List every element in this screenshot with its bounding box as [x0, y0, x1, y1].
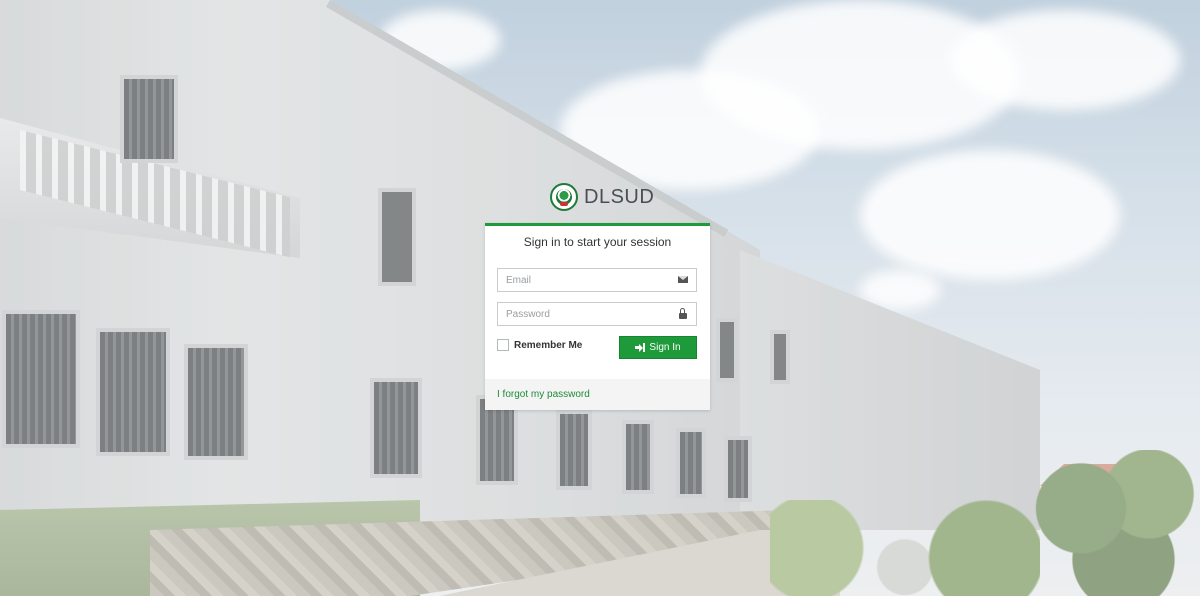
email-input[interactable]	[498, 269, 674, 291]
seal-icon	[550, 183, 578, 211]
login-box: Sign in to start your session Remember M…	[485, 223, 710, 410]
email-field[interactable]	[497, 268, 697, 292]
remember-me-checkbox[interactable]	[497, 339, 509, 351]
logo-text: DLSUD	[584, 185, 655, 208]
sign-in-icon	[635, 343, 646, 352]
login-box-message: Sign in to start your session	[523, 235, 672, 249]
sign-in-button[interactable]: Sign In	[619, 336, 697, 359]
dlsud-logo: DLSUD	[550, 182, 654, 212]
envelope-icon	[678, 275, 688, 285]
sign-in-label: Sign In	[649, 342, 681, 353]
login-box-footer: I forgot my password	[485, 379, 710, 410]
remember-me[interactable]: Remember Me	[497, 339, 582, 351]
password-field[interactable]	[497, 302, 697, 326]
password-input[interactable]	[498, 303, 674, 325]
remember-me-label: Remember Me	[514, 339, 583, 351]
forgot-password-link[interactable]: I forgot my password	[497, 389, 590, 400]
lock-icon	[678, 308, 688, 319]
